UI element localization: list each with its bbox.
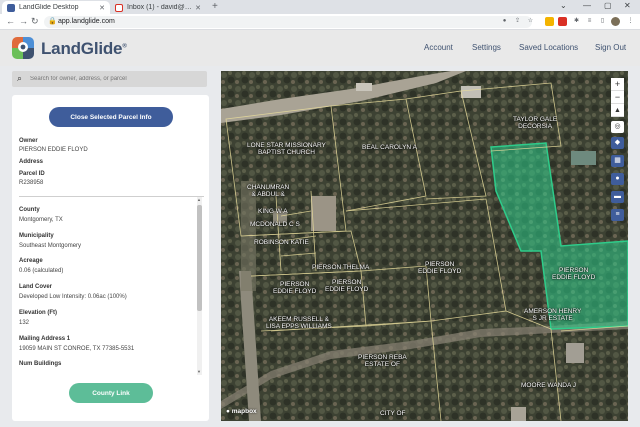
url-text: app.landglide.com [58, 18, 115, 25]
maximize-icon[interactable]: ▢ [604, 1, 612, 10]
parcel-label[interactable]: PIERSON EDDIE FLOYD [418, 261, 461, 275]
location-icon[interactable]: ● [500, 17, 509, 26]
tab-landglide[interactable]: LandGlide Desktop ✕ [2, 1, 110, 14]
mapbox-attribution[interactable]: ● mapbox [226, 408, 257, 415]
nav-saved-locations[interactable]: Saved Locations [519, 43, 578, 52]
parcel-label[interactable]: MOORE WANDA J [521, 382, 576, 389]
panel-scrollbar-thumb[interactable] [197, 205, 202, 311]
municipality-label: Municipality [19, 233, 54, 239]
parcel-info-panel: Close Selected Parcel Info Owner PIERSON… [12, 95, 209, 421]
locate-icon[interactable]: ◎ [611, 121, 624, 133]
parcel-label[interactable]: CITY OF [380, 410, 406, 417]
mailing-address-label: Mailing Address 1 [19, 336, 71, 342]
browser-tab-bar: LandGlide Desktop ✕ Inbox (1) - david@da… [0, 0, 640, 14]
extension-icon-yellow[interactable] [545, 17, 554, 26]
nav-sign-out[interactable]: Sign Out [595, 43, 626, 52]
parcel-label[interactable]: AMERSON HENRY S JR ESTATE [524, 308, 581, 322]
parcel-label[interactable]: MCDONALD C S [250, 221, 300, 228]
county-label: County [19, 207, 40, 213]
close-tab-icon[interactable]: ✕ [195, 4, 201, 12]
compass-icon[interactable]: ▲ [611, 104, 624, 117]
landglide-logo-icon[interactable] [12, 37, 34, 59]
address-bar[interactable]: 🔒 app.landglide.com [44, 16, 532, 28]
tab-gmail[interactable]: Inbox (1) - david@davidmdunn... ✕ [110, 1, 206, 14]
zoom-controls: + − ▲ [611, 78, 624, 117]
menu-icon[interactable]: ⋮ [626, 17, 635, 26]
parcel-label[interactable]: PIERSON THELMA [312, 264, 369, 271]
parcel-label[interactable]: BEAL CAROLYN A [362, 144, 417, 151]
mailing-address-value: 19059 MAIN ST CONROE, TX 77385-5531 [19, 346, 135, 352]
address-label: Address [19, 159, 44, 165]
parcel-label[interactable]: PIERSON EDDIE FLOYD [273, 281, 316, 295]
gmail-favicon-icon [115, 3, 123, 12]
app-logo-text[interactable]: LandGlide® [41, 39, 127, 59]
close-tab-icon[interactable]: ✕ [99, 4, 105, 12]
side-panel-icon[interactable]: ▯ [598, 17, 607, 26]
panel-divider [19, 196, 204, 197]
acreage-value: 0.06 (calculated) [19, 268, 64, 274]
owner-value: PIERSON EDDIE FLOYD [19, 147, 88, 153]
county-value: Montgomery, TX [19, 217, 63, 223]
reading-list-icon[interactable]: ≡ [585, 17, 594, 26]
layers-icon[interactable]: ◆ [611, 137, 624, 149]
search-bar: ⌕ [12, 71, 207, 87]
tab-title: Inbox (1) - david@davidmdunn... [127, 4, 193, 11]
parcel-id-label: Parcel ID [19, 171, 45, 177]
parcel-label[interactable]: ROBINSON KATIE [254, 239, 309, 246]
land-cover-value: Developed Low Intensity: 0.06ac (100%) [19, 294, 127, 300]
lock-icon: 🔒 [48, 18, 57, 25]
elevation-value: 132 [19, 320, 30, 326]
acreage-label: Acreage [19, 258, 43, 264]
nav-account[interactable]: Account [424, 43, 453, 52]
nav-settings[interactable]: Settings [472, 43, 501, 52]
parcel-label[interactable]: PIERSON REBA ESTATE OF [358, 354, 407, 368]
grid-icon[interactable]: ▦ [611, 155, 624, 167]
app-header: LandGlide® Account Settings Saved Locati… [0, 30, 640, 66]
tab-title: LandGlide Desktop [19, 4, 79, 11]
tab-search-icon[interactable]: ⌄ [560, 1, 567, 10]
zoom-out-icon[interactable]: − [611, 91, 624, 104]
puzzle-icon[interactable]: ✱ [572, 17, 581, 26]
parcel-label[interactable]: KING W A [258, 208, 288, 215]
parcel-label[interactable]: PIERSON EDDIE FLOYD [325, 279, 368, 293]
scroll-down-icon[interactable]: ▼ [197, 369, 201, 374]
parcel-id-value: R238958 [19, 180, 44, 186]
search-input[interactable] [30, 73, 202, 85]
county-link-button[interactable]: County Link [69, 383, 153, 403]
parcel-label[interactable]: AKEEM RUSSELL & LISA EPPS WILLIAMS [266, 316, 332, 330]
new-tab-icon[interactable]: + [212, 1, 218, 12]
parcel-label-selected[interactable]: PIERSON EDDIE FLOYD [552, 267, 595, 281]
profile-avatar[interactable] [611, 17, 620, 26]
reload-icon[interactable]: ↻ [31, 16, 39, 27]
owner-label: Owner [19, 138, 38, 144]
close-parcel-info-button[interactable]: Close Selected Parcel Info [49, 107, 173, 127]
parcel-label[interactable]: CHANUMRAN & ABDUL & [247, 184, 289, 198]
parcel-label[interactable]: LONE STAR MISSIONARY BAPTIST CHURCH [247, 142, 326, 156]
bookmark-star-icon[interactable]: ☆ [526, 17, 535, 26]
landglide-favicon-icon [7, 3, 15, 12]
parcel-map[interactable]: LONE STAR MISSIONARY BAPTIST CHURCH BEAL… [221, 71, 628, 421]
pin-icon[interactable]: ● [611, 173, 624, 185]
close-window-icon[interactable]: ✕ [624, 1, 631, 10]
search-icon: ⌕ [17, 73, 23, 83]
extension-icon-red[interactable] [558, 17, 567, 26]
land-cover-label: Land Cover [19, 284, 53, 290]
satellite-imagery [221, 71, 628, 421]
scroll-up-icon[interactable]: ▲ [197, 197, 201, 202]
map-style-icon[interactable]: ≡ [611, 209, 624, 221]
elevation-label: Elevation (Ft) [19, 310, 58, 316]
share-icon[interactable]: ⇪ [513, 17, 522, 26]
municipality-value: Southeast Montgomery [19, 243, 82, 249]
num-buildings-label: Num Buildings [19, 361, 62, 367]
parcel-label[interactable]: TAYLOR GALE DECORSIA [513, 116, 557, 130]
zoom-in-icon[interactable]: + [611, 78, 624, 91]
browser-toolbar: ← → ↻ 🔒 app.landglide.com ● ⇪ ☆ ✱ ≡ ▯ ⋮ [0, 14, 640, 30]
forward-icon[interactable]: → [19, 16, 28, 26]
minimize-icon[interactable]: — [583, 1, 591, 10]
measure-icon[interactable]: ▬ [611, 191, 624, 203]
back-icon[interactable]: ← [6, 16, 15, 26]
